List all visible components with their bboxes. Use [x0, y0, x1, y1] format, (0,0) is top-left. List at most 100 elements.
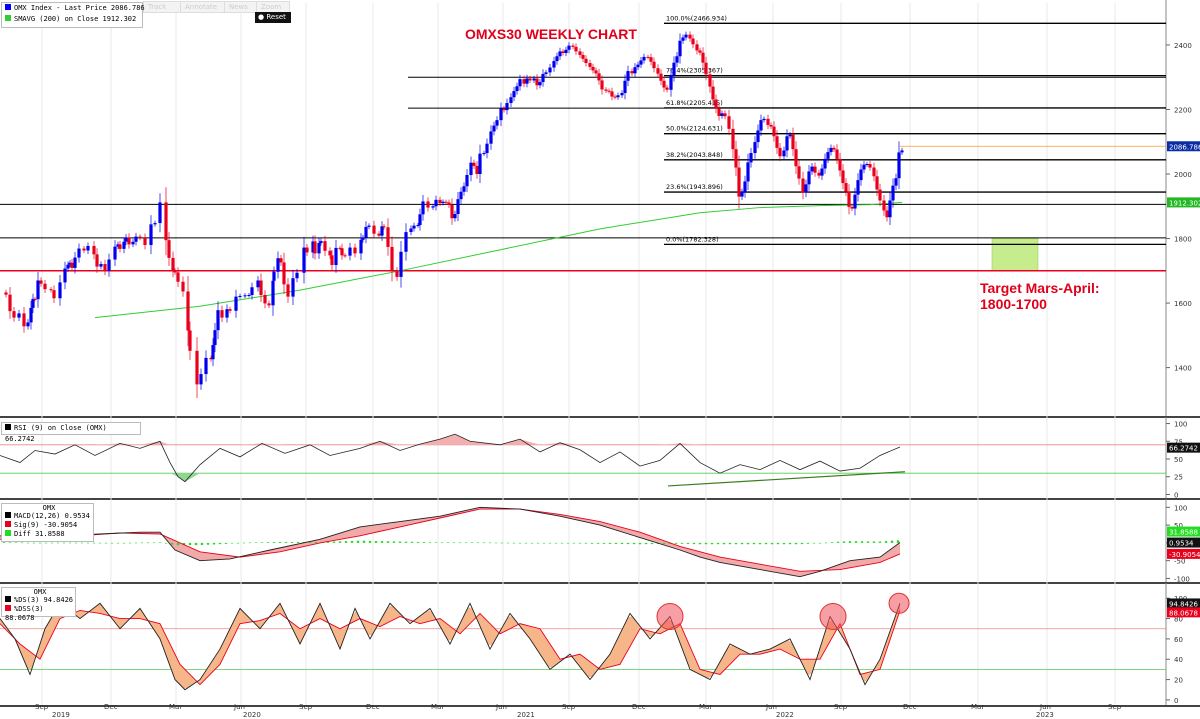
candle-body [720, 113, 724, 116]
macd-histogram-bar [86, 542, 90, 544]
candle-body [247, 295, 251, 297]
candle-body [276, 258, 280, 272]
candle-body [131, 241, 135, 245]
candle-body [399, 251, 403, 277]
macd-histogram-bar [356, 540, 360, 543]
macd-histogram-bar [392, 541, 396, 543]
candle-body [216, 310, 220, 331]
candle-body [633, 67, 637, 74]
candle-body [176, 272, 180, 282]
candle-body [518, 79, 522, 87]
macd-histogram-bar [38, 542, 42, 544]
candle-body [746, 162, 750, 182]
year-label-4: 2023 [1036, 711, 1054, 719]
macd-histogram-bar [374, 541, 378, 543]
candle-body [409, 228, 413, 233]
macd-tick-label-4: 100 [1174, 504, 1187, 512]
macd-histogram-bar [170, 542, 174, 545]
stoch-highlight-circle-2 [888, 592, 910, 614]
candle-body [153, 223, 157, 225]
macd-histogram-bar [362, 540, 366, 543]
candle-body [801, 178, 805, 193]
macd-histogram-bar [470, 542, 474, 544]
macd-histogram-bar [524, 542, 528, 544]
macd-histogram-bar [92, 542, 96, 544]
candle-body [862, 164, 866, 170]
macd-histogram-bar [134, 542, 138, 544]
macd-histogram-bar [152, 542, 156, 544]
candle-body [118, 244, 122, 249]
fib-label-6: 0.0%(1782.328) [666, 235, 719, 243]
candle-body [604, 89, 608, 91]
candle-body [743, 181, 747, 193]
macd-histogram-bar [848, 541, 852, 543]
macd-histogram-bar [878, 541, 882, 543]
macd-histogram-bar [452, 542, 456, 544]
candle-body [92, 245, 96, 255]
macd-histogram-bar [650, 542, 654, 545]
candle-body [878, 189, 882, 201]
candle-body [279, 258, 283, 263]
rsi-tick-label-1: 25 [1174, 474, 1183, 482]
candle-body [462, 186, 466, 192]
macd-histogram-bar [236, 542, 240, 544]
macd-histogram-bar [290, 541, 294, 543]
macd-histogram-bar [416, 541, 420, 543]
stoch-highlight-circle-1 [819, 603, 847, 631]
rsi-value-label: 66.2742 [1169, 445, 1198, 453]
candle-body [291, 278, 295, 297]
price-swatch [5, 4, 11, 10]
candle-body [823, 158, 827, 169]
macd-histogram-bar [488, 542, 492, 544]
candle-body [426, 201, 430, 208]
candle-body [386, 227, 390, 247]
candle-body [302, 247, 306, 273]
candle-body [704, 62, 708, 75]
macd-value-label-1: 0.9534 [1169, 540, 1194, 548]
candle-body [263, 295, 267, 304]
news-button[interactable]: News [224, 1, 258, 13]
candle-body [86, 245, 90, 251]
candle-body [567, 45, 571, 50]
macd-histogram-bar [14, 542, 18, 544]
macd-histogram-bar [74, 542, 78, 544]
macd-histogram-bar [866, 541, 870, 543]
candle-body [759, 120, 763, 131]
year-label-0: 2019 [52, 711, 70, 719]
price-tick-label-3: 2000 [1174, 171, 1192, 179]
macd-histogram-bar [764, 542, 768, 545]
macd-histogram-bar [626, 542, 630, 545]
candle-body [204, 357, 208, 375]
reset-button[interactable]: ● Reset [255, 12, 291, 23]
candle-body [574, 46, 578, 52]
macd-histogram-bar [380, 541, 384, 543]
candle-body [607, 90, 611, 92]
target-line-2: 1800-1700 [980, 296, 1047, 312]
candle-body [482, 153, 486, 155]
candle-body [639, 60, 643, 65]
macd-histogram-bar [692, 542, 696, 545]
macd-legend: OMX MACD(12,26) 0.9534 Sig(9) -30.9054 D… [1, 503, 94, 542]
candle-body [756, 130, 760, 143]
candle-body [330, 255, 334, 265]
candle-body [225, 309, 229, 318]
candle-body [659, 73, 663, 81]
chart-title: OMXS30 WEEKLY CHART [465, 26, 637, 42]
rsi-swatch [5, 424, 11, 430]
macd-histogram-bar [842, 541, 846, 543]
price-legend-label: OMX Index - Last Price 2086.786 [14, 4, 145, 12]
candle-body [186, 291, 190, 331]
candle-body [8, 294, 12, 312]
macd-histogram-bar [434, 542, 438, 543]
candle-body [438, 199, 442, 204]
macd-histogram-bar [770, 542, 774, 545]
macd-histogram-bar [296, 541, 300, 543]
candle-body [564, 49, 568, 54]
candle-body [804, 184, 808, 193]
macd-histogram-bar [110, 542, 114, 544]
macd-histogram-bar [284, 541, 288, 543]
year-label-2: 2021 [517, 711, 535, 719]
candle-body [581, 54, 585, 59]
candle-body [875, 176, 879, 190]
macd-histogram-bar [62, 542, 66, 544]
